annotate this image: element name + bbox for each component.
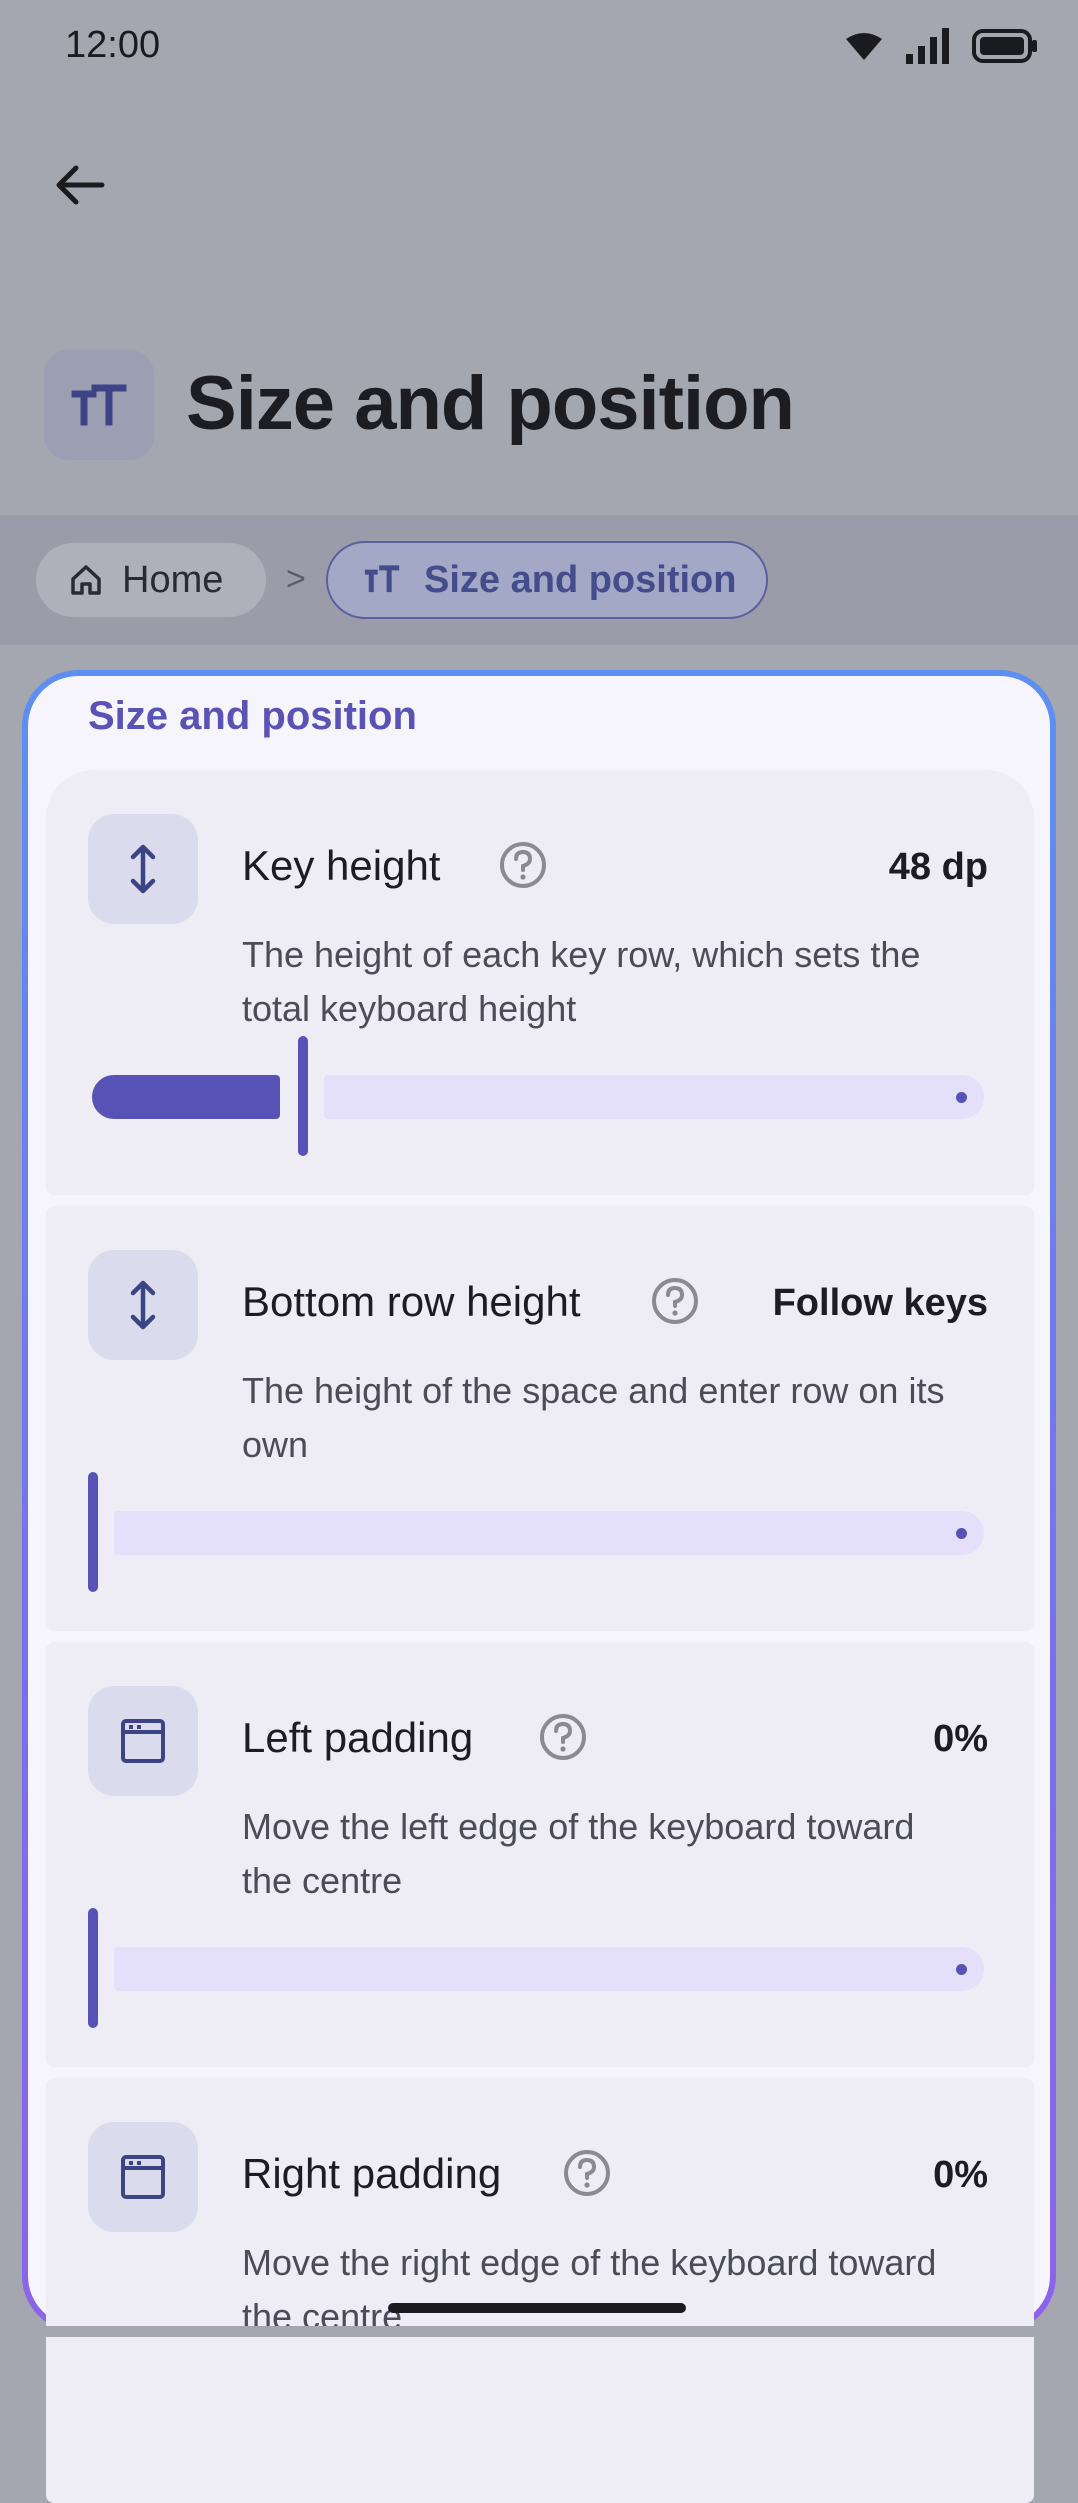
setting-value: 0% (933, 2154, 988, 2196)
vertical-resize-icon (130, 844, 156, 894)
help-icon[interactable] (650, 1276, 700, 1326)
setting-label: Right padding (242, 2150, 502, 2197)
text-size-icon (71, 384, 127, 426)
setting-item-right-padding[interactable]: Right padding 0% Move the right edge of … (46, 2078, 1034, 2503)
status-time: 12:00 (65, 24, 161, 66)
home-icon (71, 565, 101, 595)
home-indicator[interactable] (388, 2303, 686, 2313)
item-icon-box (88, 1250, 198, 1360)
setting-label: Left padding (242, 1714, 474, 1761)
setting-description: The height of each key row, which sets t… (242, 934, 921, 1029)
setting-description: Move the left edge of the keyboard towar… (242, 1806, 915, 1901)
slider-end-dot (956, 1092, 967, 1103)
setting-item-left-padding[interactable]: Left padding 0% Move the left edge of th… (46, 1642, 1034, 2067)
setting-description: The height of the space and enter row on… (242, 1370, 945, 1465)
signal-icon (906, 28, 949, 64)
battery-icon (972, 29, 1037, 63)
breadcrumb-home-label: Home (122, 558, 224, 601)
setting-value: 48 dp (888, 846, 988, 888)
window-icon (121, 1719, 165, 1763)
slider-active-track (92, 1075, 280, 1119)
setting-item-bottom-row-height[interactable]: Bottom row height Follow keys The height… (46, 1206, 1034, 1631)
window-icon (121, 2155, 165, 2199)
item-icon-box (88, 1686, 198, 1796)
page-title: Size and position (186, 361, 795, 446)
wifi-icon (846, 33, 882, 60)
title-icon-box (44, 350, 154, 460)
slider-track[interactable] (114, 1947, 984, 1991)
status-icons (844, 28, 1038, 64)
vertical-resize-icon (130, 1280, 156, 1330)
slider-thumb[interactable] (88, 1908, 98, 2028)
arrow-left-icon (56, 165, 105, 205)
setting-item-key-height[interactable]: Key height 48 dp The height of each key … (46, 770, 1034, 1195)
slider-thumb[interactable] (298, 1036, 308, 1156)
slider-track[interactable] (114, 1511, 984, 1555)
help-icon[interactable] (562, 2148, 612, 2198)
slider-end-dot (956, 1964, 967, 1975)
slider-thumb[interactable] (88, 1472, 98, 1592)
section-label: Size and position (88, 694, 417, 738)
breadcrumb-current[interactable]: Size and position (326, 541, 768, 619)
help-icon[interactable] (498, 840, 548, 890)
help-icon[interactable] (538, 1712, 588, 1762)
item-icon-box (88, 2122, 198, 2232)
chevron-right-icon: > (286, 560, 306, 598)
setting-label: Key height (242, 842, 441, 889)
text-size-icon (364, 565, 400, 593)
setting-value: 0% (933, 1718, 988, 1760)
card-bottom-mask (0, 2326, 1078, 2337)
setting-value: Follow keys (772, 1282, 988, 1324)
back-button[interactable] (40, 145, 120, 225)
breadcrumb-current-label: Size and position (424, 558, 737, 601)
setting-label: Bottom row height (242, 1278, 581, 1325)
breadcrumb-home[interactable]: Home (36, 543, 266, 617)
item-icon-box (88, 814, 198, 924)
slider-end-dot (956, 1528, 967, 1539)
slider-track[interactable] (324, 1075, 984, 1119)
